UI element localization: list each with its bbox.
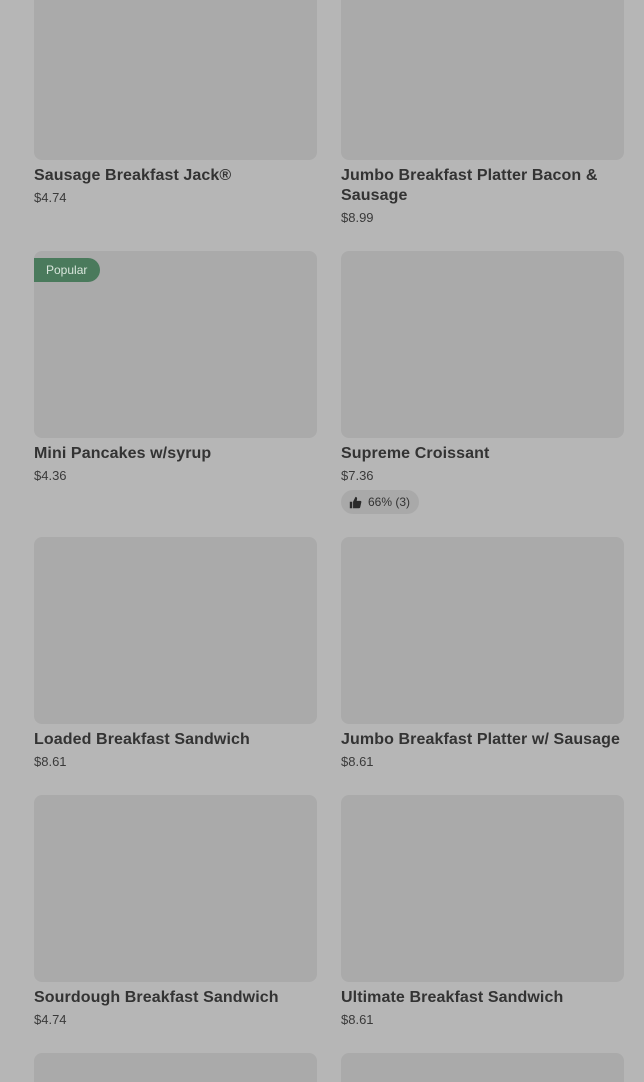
item-image [341, 251, 624, 438]
item-name: Sausage Breakfast Jack® [34, 167, 232, 184]
item-price: $8.61 [341, 1012, 374, 1027]
item-image [341, 537, 624, 724]
item-name: Sourdough Breakfast Sandwich [34, 989, 279, 1006]
item-price: $4.74 [34, 190, 67, 205]
item-price: $8.61 [341, 754, 374, 769]
menu-item-card[interactable]: Jumbo Breakfast Platter Bacon & Sausage … [341, 0, 624, 227]
item-image [34, 795, 317, 982]
popular-badge: Popular [34, 258, 101, 282]
item-price: $4.36 [34, 468, 67, 483]
item-name: Ultimate Breakfast Sandwich [341, 989, 564, 1006]
item-image: Popular [34, 251, 317, 438]
item-image [34, 1053, 317, 1082]
thumbs-up-icon [349, 496, 362, 508]
item-name: Supreme Croissant [341, 445, 490, 462]
menu-item-card[interactable]: Sourdough Breakfast Sandwich $4.74 [34, 795, 317, 1029]
menu-item-card[interactable]: Ultimate Breakfast Sandwich $8.61 [341, 795, 624, 1029]
rating-badge: 66% (3) [341, 490, 420, 514]
menu-item-card[interactable]: Supreme Croissant $7.36 66% (3) [341, 251, 624, 514]
item-name: Jumbo Breakfast Platter Bacon & Sausage [341, 167, 598, 204]
menu-item-card[interactable] [341, 1053, 624, 1082]
item-price: $7.36 [341, 468, 374, 483]
menu-item-grid: Sausage Breakfast Jack® $4.74 Jumbo Brea… [0, 0, 644, 1082]
menu-item-card[interactable]: Jumbo Breakfast Platter w/ Sausage $8.61 [341, 537, 624, 771]
item-image [341, 795, 624, 982]
item-image [341, 1053, 624, 1082]
menu-item-card[interactable] [34, 1053, 317, 1082]
item-name: Mini Pancakes w/syrup [34, 445, 212, 462]
item-price: $4.74 [34, 1012, 67, 1027]
item-name: Loaded Breakfast Sandwich [34, 731, 250, 748]
item-image [34, 0, 317, 160]
rating-text: 66% (3) [368, 495, 411, 509]
menu-item-card[interactable]: Popular Mini Pancakes w/syrup $4.36 [34, 251, 317, 485]
menu-item-card[interactable]: Loaded Breakfast Sandwich $8.61 [34, 537, 317, 771]
item-name: Jumbo Breakfast Platter w/ Sausage [341, 731, 621, 748]
item-image [34, 537, 317, 724]
item-price: $8.99 [341, 210, 374, 225]
item-image [341, 0, 624, 160]
menu-item-card[interactable]: Sausage Breakfast Jack® $4.74 [34, 0, 317, 207]
item-price: $8.61 [34, 754, 67, 769]
